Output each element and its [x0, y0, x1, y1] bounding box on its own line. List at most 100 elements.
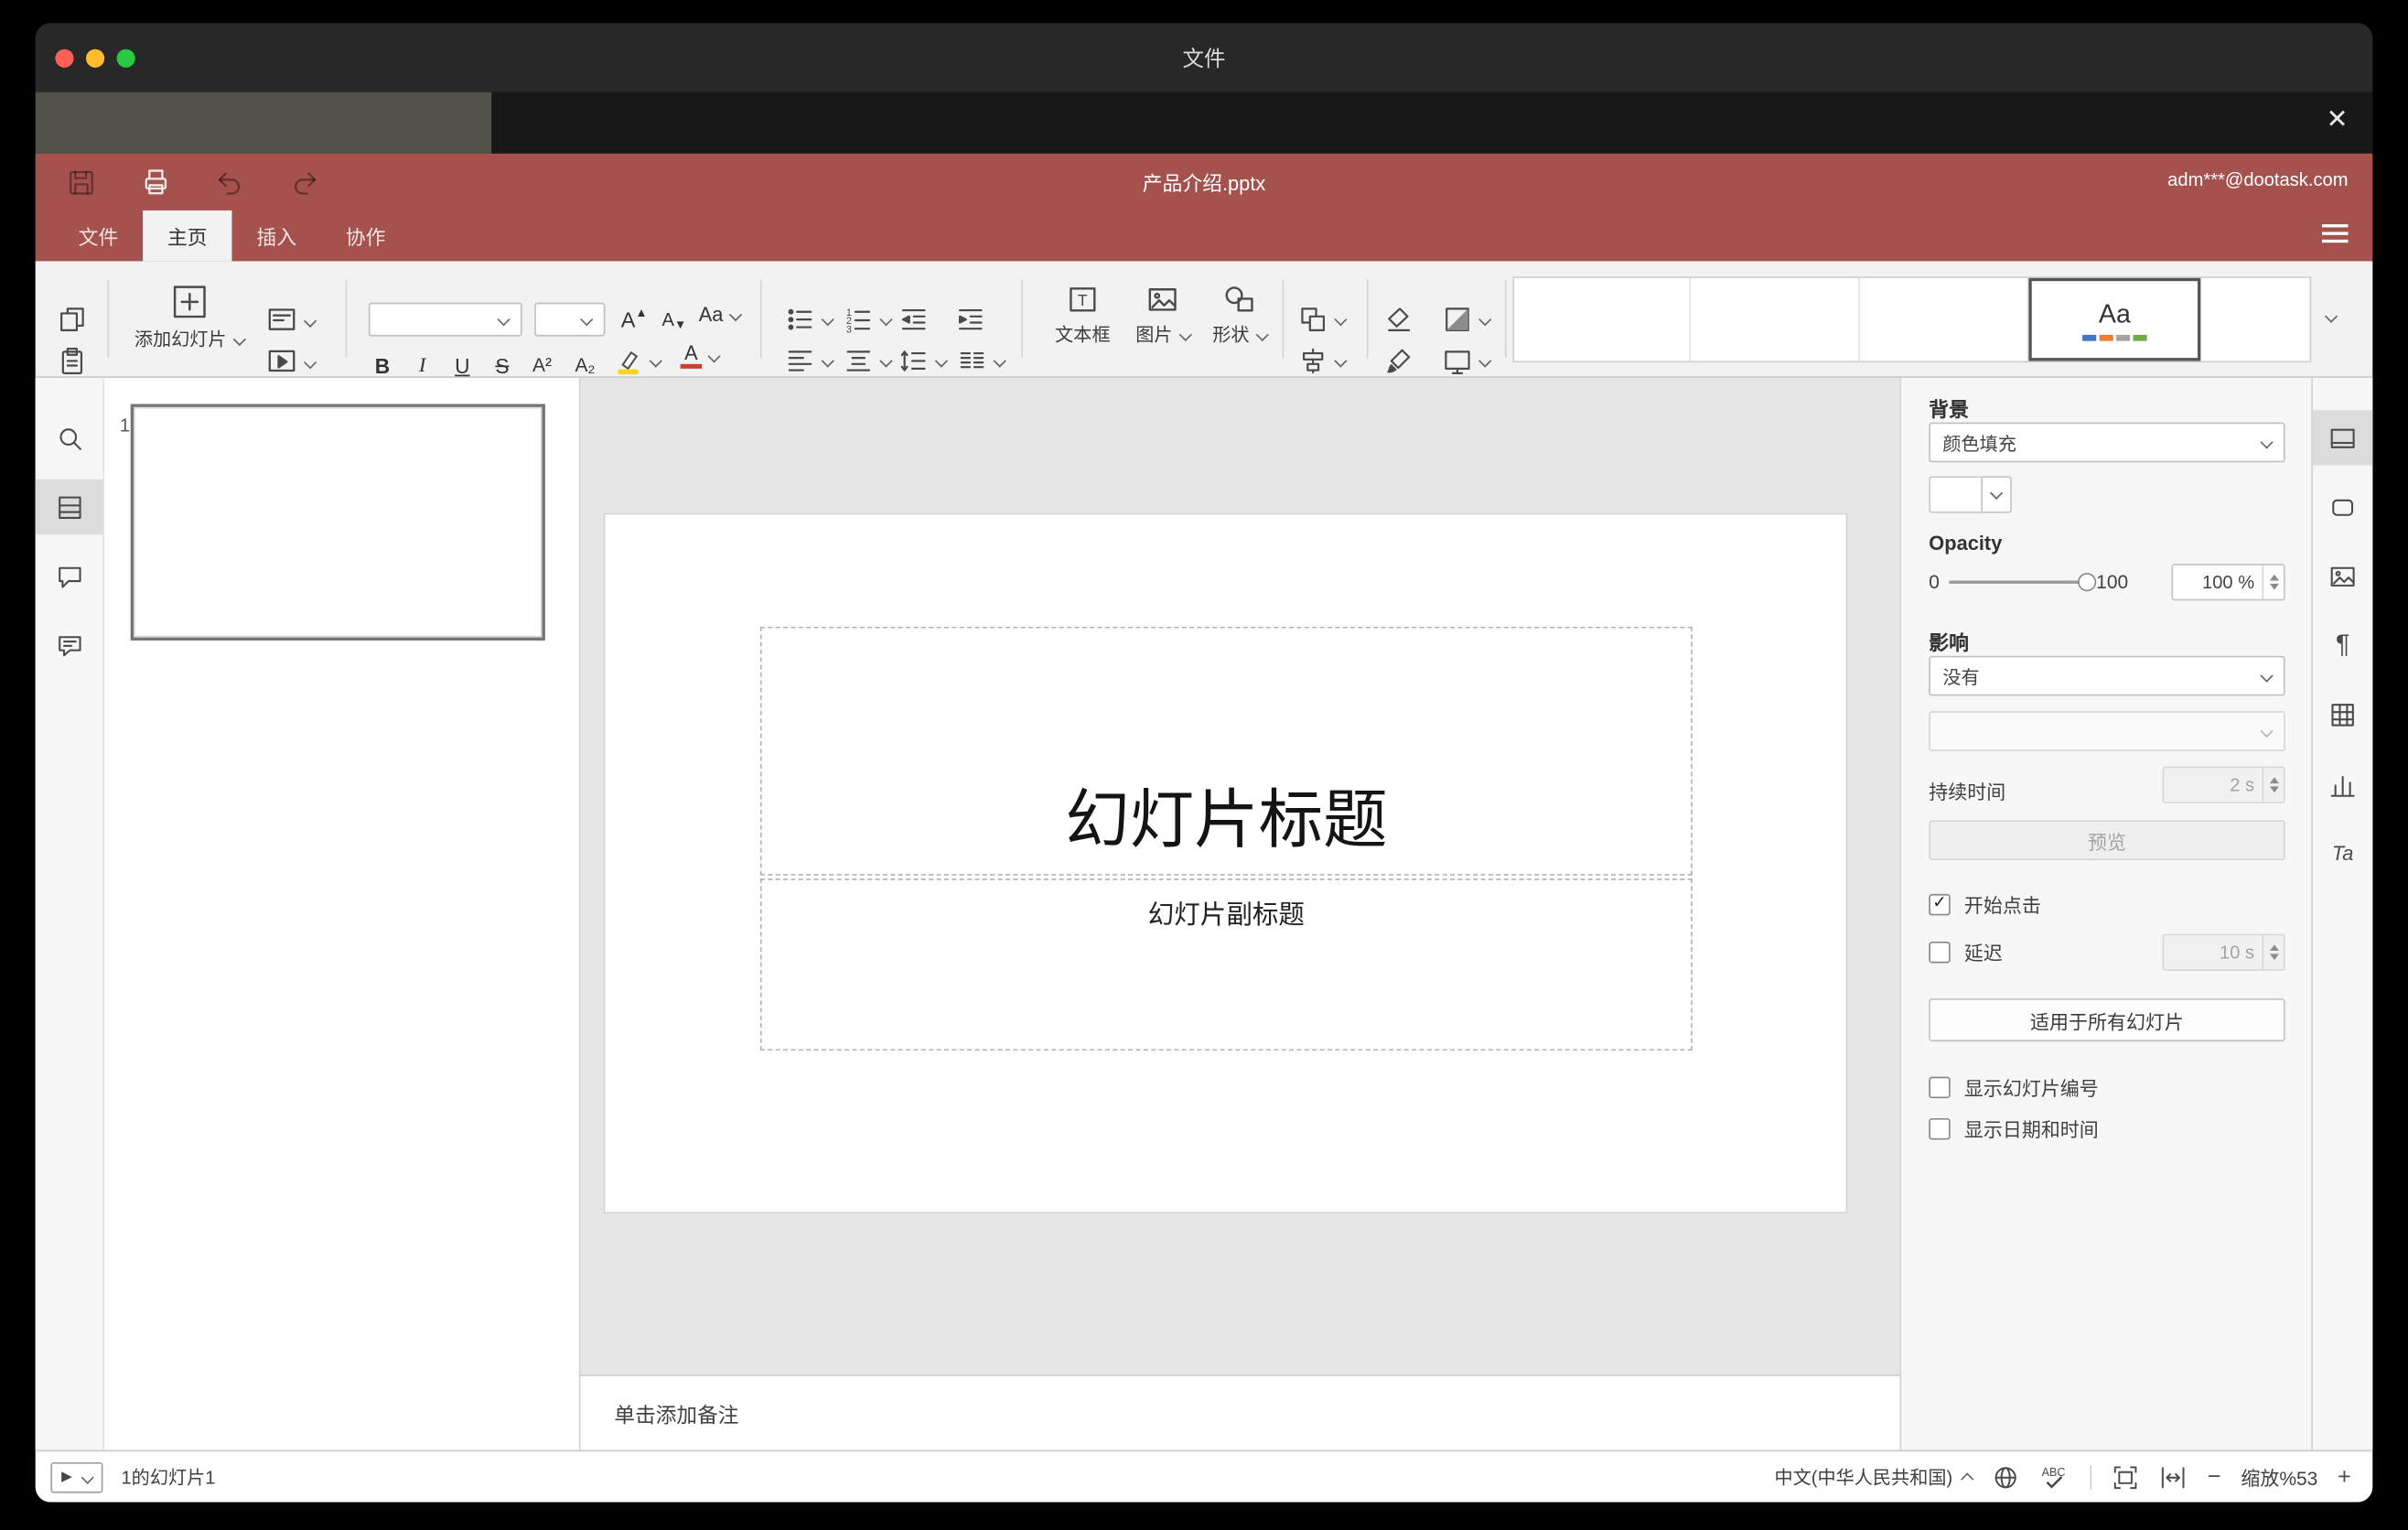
background-fill-select[interactable]: 颜色填充 — [1929, 422, 2285, 463]
theme-tile-selected[interactable]: Aa — [2028, 277, 2201, 361]
slide-settings-button[interactable] — [2312, 410, 2373, 466]
slide-canvas[interactable]: 幻灯片标题 幻灯片副标题 — [605, 514, 1846, 1212]
clear-style-button[interactable] — [1383, 304, 1414, 335]
arrange-shapes-button[interactable] — [1297, 304, 1348, 335]
show-date-time-label: 显示日期和时间 — [1963, 1119, 2099, 1142]
chevron-down-icon — [81, 1470, 94, 1484]
font-name-select[interactable] — [368, 302, 522, 337]
hamburger-menu-icon[interactable] — [2321, 224, 2349, 247]
insert-image-button[interactable]: 图片 — [1125, 283, 1199, 348]
paragraph-icon: ¶ — [2335, 630, 2350, 660]
slide-size-button[interactable] — [1442, 346, 1492, 377]
bullets-button[interactable] — [785, 304, 834, 335]
language-selector[interactable]: 中文(中华人民共和国) — [1774, 1464, 1975, 1491]
theme-gallery-expand-button[interactable] — [2324, 309, 2338, 323]
textart-settings-button[interactable]: Ta — [2313, 824, 2372, 879]
tab-home[interactable]: 主页 — [143, 210, 232, 262]
apply-to-all-button[interactable]: 适用于所有幻灯片 — [1929, 998, 2285, 1042]
font-color-button[interactable]: A — [680, 341, 721, 370]
show-slide-number-checkbox[interactable] — [1929, 1075, 1951, 1098]
copy-style-button[interactable] — [1383, 346, 1414, 377]
insert-shape-button[interactable]: 形状 — [1202, 283, 1276, 348]
comments-panel-button[interactable] — [36, 548, 103, 603]
slide-layout-button[interactable] — [265, 304, 317, 336]
vertical-align-icon — [846, 350, 871, 372]
vertical-align-button[interactable] — [844, 346, 893, 377]
fit-width-icon[interactable] — [2160, 1463, 2188, 1491]
line-spacing-button[interactable] — [898, 346, 949, 377]
opacity-input[interactable]: 100 % — [2171, 564, 2285, 601]
shape-settings-button[interactable] — [2313, 479, 2372, 534]
change-case-button[interactable]: Aa — [698, 302, 742, 326]
paste-button[interactable] — [57, 346, 88, 377]
chat-panel-button[interactable] — [36, 618, 103, 673]
start-slideshow-button[interactable] — [265, 346, 317, 378]
slides-panel-button[interactable] — [35, 479, 103, 535]
opacity-stepper[interactable] — [2262, 565, 2284, 599]
columns-button[interactable] — [957, 346, 1006, 377]
chart-settings-button[interactable] — [2313, 758, 2372, 813]
opacity-slider-knob[interactable] — [2078, 573, 2097, 592]
tab-file[interactable]: 文件 — [54, 210, 143, 261]
font-size-select[interactable] — [534, 302, 606, 337]
start-preview-button[interactable]: ▶ — [50, 1461, 103, 1492]
change-case-icon: Aa — [698, 302, 724, 326]
spellcheck-icon[interactable]: ABC — [2040, 1463, 2071, 1491]
paragraph-settings-button[interactable]: ¶ — [2313, 618, 2372, 673]
save-icon[interactable] — [66, 167, 97, 198]
undo-icon[interactable] — [215, 167, 246, 198]
shape-fill-button[interactable] — [1442, 304, 1492, 335]
decrease-font-button[interactable]: A ▼ — [656, 301, 693, 338]
start-on-click-checkbox[interactable]: ✓ — [1929, 893, 1951, 915]
image-settings-icon — [2330, 566, 2355, 587]
document-language-icon[interactable] — [1993, 1463, 2020, 1491]
table-settings-button[interactable] — [2313, 686, 2372, 741]
effect-select[interactable]: 没有 — [1929, 655, 2285, 696]
delay-stepper[interactable] — [2262, 935, 2284, 970]
title-placeholder[interactable]: 幻灯片标题 — [759, 626, 1693, 876]
insert-textbox-button[interactable]: T 文本框 — [1043, 283, 1123, 348]
effect-option-select-disabled[interactable] — [1929, 711, 2285, 751]
slide-thumbnail-1[interactable] — [130, 404, 545, 641]
tab-collaboration[interactable]: 协作 — [321, 210, 410, 261]
align-shapes-button[interactable] — [1297, 346, 1348, 377]
horizontal-align-button[interactable] — [785, 346, 834, 377]
theme-tile[interactable] — [1860, 277, 2029, 361]
slides-panel-icon — [58, 495, 81, 519]
theme-tile[interactable] — [2200, 278, 2309, 361]
slide-settings-panel: 背景 颜色填充 Opacity 0 100 100 % 影响 没有 持续时间 2… — [1899, 377, 2312, 1450]
highlight-color-button[interactable] — [613, 346, 662, 377]
add-slide-button[interactable]: 添加幻灯片 — [115, 283, 263, 352]
preview-button[interactable]: 预览 — [1929, 820, 2285, 860]
background-color-picker[interactable] — [1929, 476, 2012, 513]
redo-icon[interactable] — [289, 167, 320, 198]
opacity-slider[interactable] — [1949, 573, 2097, 592]
play-icon: ▶ — [61, 1468, 72, 1484]
image-settings-button[interactable] — [2313, 548, 2372, 603]
subtitle-placeholder[interactable]: 幻灯片副标题 — [759, 878, 1693, 1051]
copy-button[interactable] — [57, 304, 88, 335]
duration-input[interactable]: 2 s — [2162, 766, 2285, 803]
increase-indent-button[interactable] — [955, 304, 986, 335]
increase-font-button[interactable]: A ▲ — [616, 301, 652, 338]
notes-area[interactable]: 单击添加备注 — [580, 1374, 1900, 1450]
theme-tile[interactable] — [1514, 277, 1692, 361]
textart-icon: Ta — [2331, 841, 2354, 865]
zoom-in-button[interactable]: + — [2338, 1464, 2351, 1491]
theme-tile[interactable] — [1691, 277, 1860, 361]
search-panel-button[interactable] — [36, 410, 103, 465]
theme-gallery: Aa — [1512, 276, 2312, 363]
delay-checkbox[interactable] — [1929, 941, 1951, 963]
slide-settings-icon — [2330, 427, 2355, 447]
print-icon[interactable] — [140, 166, 172, 198]
user-email: adm***@dootask.com — [2167, 168, 2349, 191]
close-icon[interactable]: ✕ — [2327, 104, 2349, 135]
zoom-out-button[interactable]: − — [2208, 1464, 2221, 1491]
tab-insert[interactable]: 插入 — [232, 210, 321, 261]
duration-stepper[interactable] — [2262, 768, 2284, 803]
decrease-indent-button[interactable] — [898, 304, 930, 335]
fit-slide-icon[interactable] — [2112, 1463, 2140, 1491]
delay-input[interactable]: 10 s — [2162, 933, 2285, 971]
show-date-time-checkbox[interactable] — [1929, 1117, 1951, 1139]
numbering-button[interactable]: 123 — [844, 304, 893, 335]
